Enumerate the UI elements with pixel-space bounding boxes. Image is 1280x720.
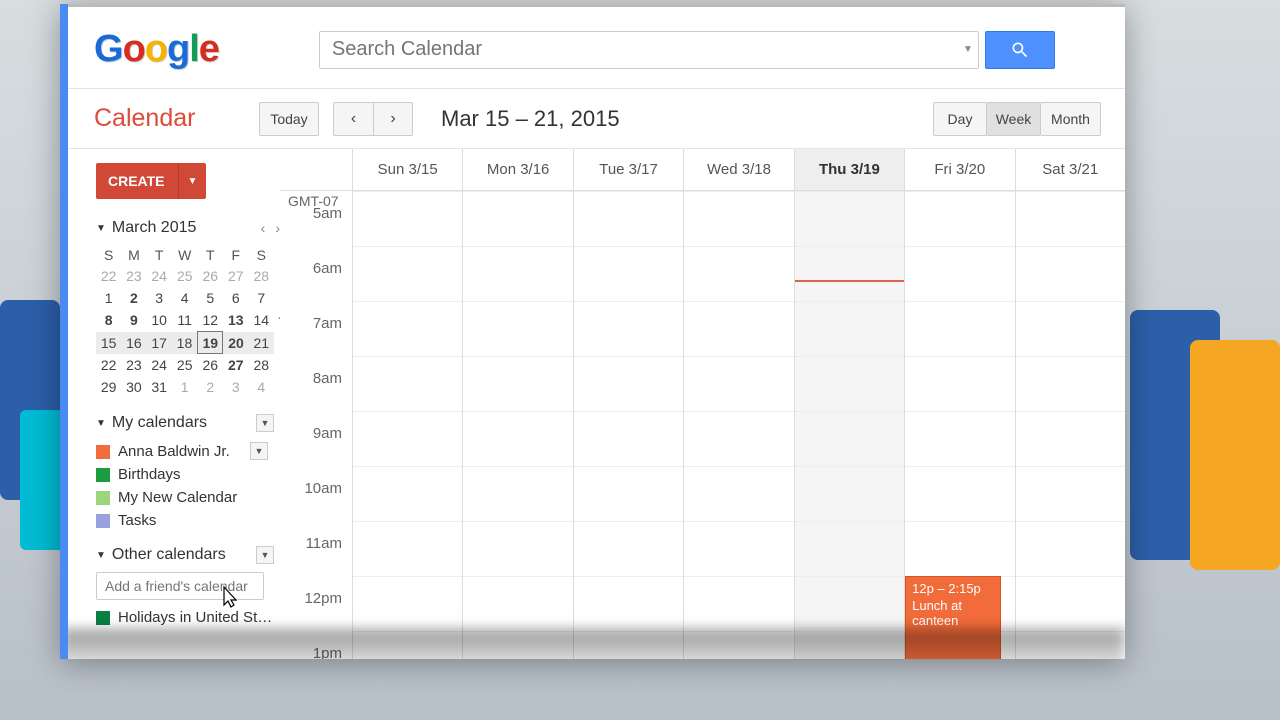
search-input[interactable] — [320, 32, 958, 68]
calendar-color-swatch — [96, 445, 110, 459]
view-month-button[interactable]: Month — [1041, 102, 1101, 136]
day-column[interactable]: 12p – 2:15p Lunch at canteen — [904, 191, 1014, 659]
my-calendars-collapse-icon[interactable]: ▼ — [96, 418, 106, 429]
day-column[interactable] — [683, 191, 793, 659]
view-week-button[interactable]: Week — [987, 102, 1041, 136]
hour-label: 12pm — [280, 590, 352, 645]
calendar-event[interactable]: 12p – 2:15p Lunch at canteen — [905, 576, 1000, 659]
day-header: Tue 3/17 — [573, 149, 683, 190]
search-icon — [1010, 40, 1030, 60]
calendar-item[interactable]: Anna Baldwin Jr. ▼ — [96, 440, 280, 463]
my-calendars-menu-icon[interactable]: ▼ — [256, 414, 274, 432]
hour-label: 11am — [280, 535, 352, 590]
calendar-item[interactable]: Holidays in United St… — [96, 606, 280, 629]
calendar-item[interactable]: My New Calendar — [96, 486, 280, 509]
hour-label: 7am — [280, 315, 352, 370]
google-logo: Google — [94, 28, 219, 71]
next-week-button[interactable]: › — [373, 102, 413, 136]
my-calendars-label: My calendars — [112, 414, 207, 432]
create-button[interactable]: CREATE ▼ — [96, 163, 206, 199]
mini-month-collapse-icon[interactable]: ▼ — [96, 223, 106, 234]
create-dropdown-icon[interactable]: ▼ — [178, 163, 206, 199]
calendar-name: Anna Baldwin Jr. — [118, 443, 230, 460]
prev-week-button[interactable]: ‹ — [333, 102, 373, 136]
calendar-name: My New Calendar — [118, 489, 237, 506]
date-range: Mar 15 – 21, 2015 — [441, 106, 620, 132]
day-column[interactable] — [573, 191, 683, 659]
hour-label: 9am — [280, 425, 352, 480]
view-day-button[interactable]: Day — [933, 102, 987, 136]
other-calendars-label: Other calendars — [112, 546, 226, 564]
hour-label: 6am — [280, 260, 352, 315]
calendar-name: Birthdays — [118, 466, 181, 483]
calendar-color-swatch — [96, 468, 110, 482]
calendar-color-swatch — [96, 514, 110, 528]
day-header: Sun 3/15 — [352, 149, 462, 190]
event-time: 12p – 2:15p — [912, 581, 993, 596]
hour-label: 5am — [280, 205, 352, 260]
current-time-indicator — [795, 280, 904, 282]
day-header: Thu 3/19 — [794, 149, 904, 190]
hour-label: 8am — [280, 370, 352, 425]
calendar-color-swatch — [96, 491, 110, 505]
day-column[interactable] — [794, 191, 904, 659]
calendar-item[interactable]: Tasks — [96, 509, 280, 532]
search-options-icon[interactable]: ▼ — [958, 44, 978, 55]
day-column[interactable] — [1015, 191, 1125, 659]
calendar-color-swatch — [96, 611, 110, 625]
hour-label: 1pm — [280, 645, 352, 659]
add-friend-calendar-input[interactable] — [96, 572, 264, 600]
today-button[interactable]: Today — [259, 102, 319, 136]
day-header: Fri 3/20 — [904, 149, 1014, 190]
calendar-item-menu-icon[interactable]: ▼ — [250, 442, 268, 460]
calendar-item[interactable]: Birthdays — [96, 463, 280, 486]
search-button[interactable] — [985, 31, 1055, 69]
other-calendars-menu-icon[interactable]: ▼ — [256, 546, 274, 564]
event-title: Lunch at canteen — [912, 598, 993, 628]
mini-calendar[interactable]: SMTWTFS 22232425262728 1234567 891011121… — [96, 245, 280, 398]
app-title: Calendar — [94, 104, 259, 133]
mini-month-label: March 2015 — [112, 219, 197, 237]
mini-prev-button[interactable]: ‹ — [261, 220, 266, 236]
calendar-name: Tasks — [118, 512, 156, 529]
calendar-name: Holidays in United St… — [118, 609, 272, 626]
day-header: Wed 3/18 — [683, 149, 793, 190]
create-label: CREATE — [96, 173, 177, 189]
other-calendars-collapse-icon[interactable]: ▼ — [96, 550, 106, 561]
day-header: Sat 3/21 — [1015, 149, 1125, 190]
hour-label: 10am — [280, 480, 352, 535]
day-header: Mon 3/16 — [462, 149, 572, 190]
day-column[interactable] — [462, 191, 572, 659]
day-column[interactable] — [352, 191, 462, 659]
search-bar[interactable]: ▼ — [319, 31, 979, 69]
